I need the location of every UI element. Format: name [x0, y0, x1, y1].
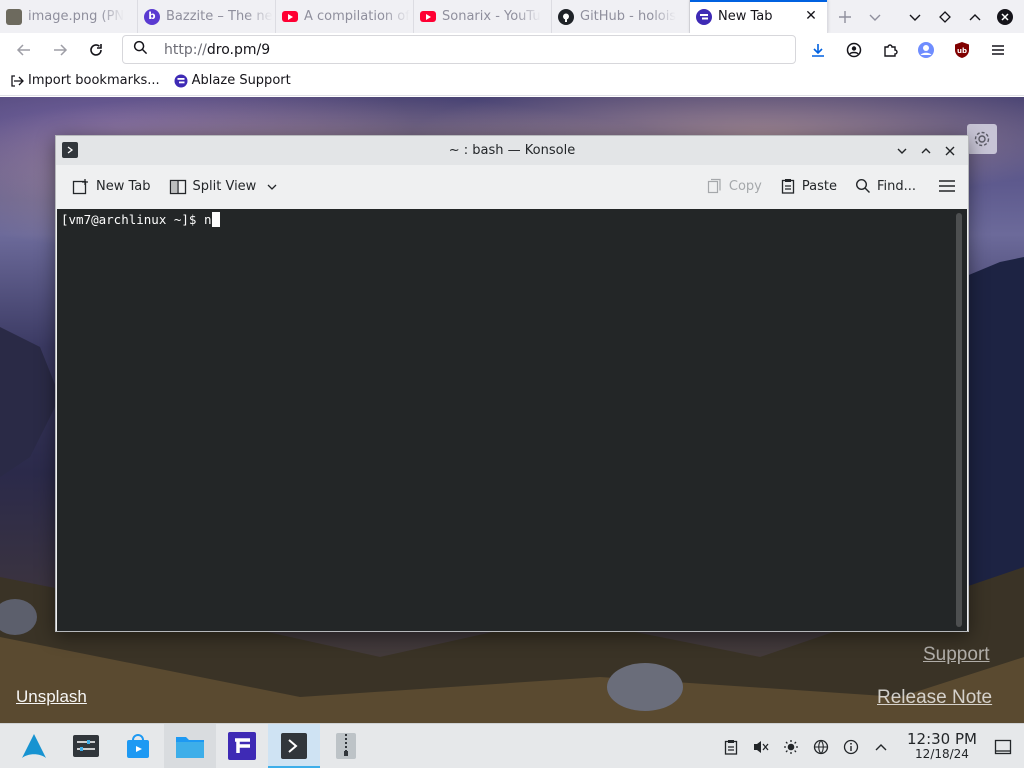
bookmark-label: Ablaze Support	[191, 73, 291, 88]
show-desktop-icon[interactable]	[988, 724, 1018, 768]
konsole-task-icon[interactable]	[268, 723, 320, 768]
page-settings-gear-icon[interactable]	[967, 124, 997, 154]
find-label: Find...	[876, 178, 916, 194]
find-button[interactable]: Find...	[849, 171, 922, 201]
clock-time: 12:30 PM	[907, 730, 977, 749]
search-icon	[133, 40, 148, 59]
terminal-cursor	[211, 212, 220, 227]
browser-tab-youtube-sonarix[interactable]: Sonarix - YouTu	[414, 0, 552, 33]
browser-tab-bazzite[interactable]: b Bazzite – The ne	[138, 0, 276, 33]
account-circle-icon[interactable]	[836, 35, 872, 65]
system-settings-icon[interactable]	[60, 724, 112, 768]
split-view-icon	[169, 178, 187, 196]
ublock-origin-icon[interactable]: ub	[944, 35, 980, 65]
browser-tab-youtube-compilation[interactable]: A compilation of	[276, 0, 414, 33]
volume-muted-icon[interactable]	[746, 724, 776, 768]
reload-icon[interactable]	[78, 35, 114, 65]
list-all-tabs-chevron-icon[interactable]	[900, 0, 930, 33]
konsole-app-icon[interactable]	[62, 142, 78, 158]
close-tab-icon[interactable]: ✕	[803, 8, 819, 24]
bazzite-logo-icon: b	[144, 8, 160, 25]
paste-label: Paste	[801, 178, 837, 194]
search-icon	[855, 178, 871, 194]
downloads-icon[interactable]	[800, 35, 836, 65]
browser-tab-strip: image.png (PN b Bazzite – The ne A compi…	[0, 0, 1024, 33]
bookmark-ablaze-support[interactable]: Ablaze Support	[174, 73, 291, 88]
bookmark-import[interactable]: Import bookmarks...	[10, 73, 160, 88]
unsplash-link[interactable]: Unsplash	[16, 687, 87, 707]
youtube-icon	[420, 11, 436, 22]
profile-avatar-icon[interactable]	[908, 35, 944, 65]
network-globe-icon[interactable]	[806, 724, 836, 768]
forward-arrow-icon[interactable]	[42, 35, 78, 65]
ablaze-floorp-browser-icon[interactable]	[216, 724, 268, 768]
url-text: http://dro.pm/9	[164, 41, 271, 58]
system-tray: 12:30 PM 12/18/24	[716, 724, 1024, 768]
copy-button[interactable]: Copy	[701, 171, 768, 201]
taskbar-panel: 12:30 PM 12/18/24	[0, 723, 1024, 768]
file-manager-icon[interactable]	[164, 723, 216, 768]
paste-icon	[780, 178, 796, 194]
split-view-button[interactable]: Split View	[163, 172, 285, 202]
tray-expand-chevron-icon[interactable]	[866, 724, 896, 768]
tab-label: New Tab	[718, 9, 773, 24]
tab-label: image.png (PN	[28, 9, 125, 24]
firefox-newtab-icon	[696, 8, 712, 25]
new-tab-plus-icon[interactable]	[830, 0, 860, 33]
archive-zip-icon[interactable]	[320, 724, 372, 768]
window-title: ~ : bash — Konsole	[448, 143, 576, 158]
release-note-link[interactable]: Release Note	[877, 687, 992, 709]
back-arrow-icon[interactable]	[6, 35, 42, 65]
brightness-icon[interactable]	[776, 724, 806, 768]
tab-label: GitHub - holois	[580, 9, 677, 24]
bookmarks-toolbar: Import bookmarks... Ablaze Support	[0, 66, 1024, 96]
minimize-window-icon[interactable]	[930, 0, 960, 33]
konsole-toolbar: New Tab Split View Copy Paste Find...	[56, 165, 968, 208]
browser-tab-new-tab[interactable]: New Tab ✕	[690, 0, 828, 33]
clipboard-icon[interactable]	[716, 724, 746, 768]
clock-date: 12/18/24	[915, 747, 969, 762]
browser-tab-image[interactable]: image.png (PN	[0, 0, 138, 33]
bookmark-label: Import bookmarks...	[28, 73, 160, 88]
close-x-icon[interactable]	[938, 141, 962, 161]
terminal-view[interactable]: [vm7@archlinux ~]$ n	[57, 209, 967, 631]
konsole-window: ~ : bash — Konsole New Tab Split View Co…	[55, 135, 969, 632]
youtube-icon	[282, 11, 298, 22]
copy-icon	[707, 178, 723, 194]
new-tab-button[interactable]: New Tab	[66, 172, 157, 202]
github-icon	[558, 8, 574, 25]
discover-store-icon[interactable]	[112, 724, 164, 768]
terminal-line: [vm7@archlinux ~]$ n	[61, 212, 220, 227]
tab-label: Bazzite – The ne	[166, 9, 273, 24]
chevron-down-icon[interactable]	[266, 181, 278, 193]
extensions-puzzle-icon[interactable]	[872, 35, 908, 65]
import-icon	[10, 74, 24, 88]
konsole-titlebar[interactable]: ~ : bash — Konsole	[56, 136, 968, 165]
browser-navigation-bar: http://dro.pm/9 ub	[0, 33, 1024, 66]
minimize-chevron-icon[interactable]	[890, 141, 914, 161]
copy-label: Copy	[728, 178, 762, 194]
application-launcher-icon[interactable]	[8, 724, 60, 768]
maximize-window-icon[interactable]	[960, 0, 990, 33]
hamburger-menu-icon[interactable]	[932, 171, 962, 201]
image-thumbnail-icon	[6, 8, 22, 25]
help-info-icon[interactable]	[836, 724, 866, 768]
tab-label: A compilation of	[304, 9, 410, 24]
url-bar[interactable]: http://dro.pm/9	[122, 35, 796, 64]
new-tab-icon	[72, 178, 90, 196]
digital-clock[interactable]: 12:30 PM 12/18/24	[904, 730, 980, 762]
new-tab-label: New Tab	[96, 179, 151, 194]
hamburger-menu-icon[interactable]	[980, 35, 1016, 65]
support-link[interactable]: Support	[923, 644, 990, 666]
paste-button[interactable]: Paste	[774, 171, 843, 201]
tab-label: Sonarix - YouTu	[442, 9, 541, 24]
split-view-label: Split View	[192, 179, 257, 194]
ablaze-icon	[174, 74, 188, 88]
svg-text:ub: ub	[957, 47, 967, 55]
maximize-chevron-icon[interactable]	[914, 141, 938, 161]
browser-tab-github[interactable]: GitHub - holois	[552, 0, 690, 33]
close-window-icon[interactable]	[990, 0, 1020, 33]
terminal-scrollbar[interactable]	[956, 213, 962, 627]
tab-overflow-chevron-icon[interactable]	[860, 0, 890, 33]
